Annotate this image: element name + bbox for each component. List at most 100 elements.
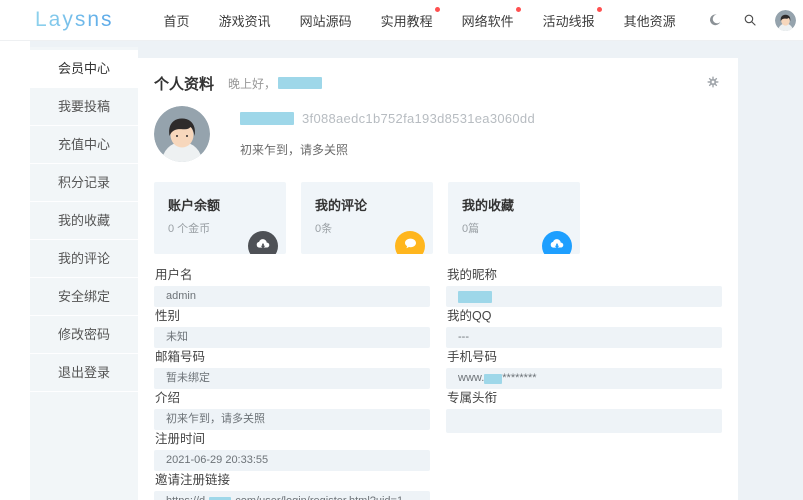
field-value: .com/user/login/register.html?uid=1 bbox=[232, 491, 403, 500]
nav-item-game-news[interactable]: 游戏资讯 bbox=[219, 11, 271, 30]
phone-input[interactable]: www. ******** bbox=[446, 368, 722, 389]
form-field: 邀请注册链接 https://d. .com/user/login/regist… bbox=[154, 473, 430, 500]
card-title: 我的收藏 bbox=[462, 195, 580, 214]
sidebar-item-password[interactable]: 修改密码 bbox=[30, 316, 138, 354]
top-navbar: Laysns 首页 游戏资讯 网站源码 实用教程 网络软件 活动线报 其他资源 bbox=[0, 0, 803, 41]
main-menu: 首页 游戏资讯 网站源码 实用教程 网络软件 活动线报 其他资源 bbox=[164, 11, 705, 30]
sidebar-item-favorites[interactable]: 我的收藏 bbox=[30, 202, 138, 240]
search-button[interactable] bbox=[740, 10, 760, 30]
field-value: 未知 bbox=[166, 327, 188, 348]
profile-avatar[interactable] bbox=[154, 106, 210, 162]
comments-card[interactable]: 我的评论 0条 bbox=[301, 182, 433, 254]
nickname-input[interactable] bbox=[446, 286, 722, 307]
sidebar-item-recharge[interactable]: 充值中心 bbox=[30, 126, 138, 164]
navbar-actions bbox=[705, 10, 796, 31]
nav-item-label: 活动线报 bbox=[543, 14, 595, 29]
card-title: 我的评论 bbox=[315, 195, 433, 214]
profile-summary: 3f088aedc1b752fa193d8531ea3060dd 初来乍到，请多… bbox=[154, 106, 722, 162]
gender-input[interactable]: 未知 bbox=[154, 327, 430, 348]
field-label: 手机号码 bbox=[447, 350, 722, 364]
intro-input[interactable]: 初来乍到，请多关照 bbox=[154, 409, 430, 430]
redacted-username bbox=[278, 77, 322, 89]
sidebar-item-submit[interactable]: 我要投稿 bbox=[30, 88, 138, 126]
sidebar-item-points[interactable]: 积分记录 bbox=[30, 164, 138, 202]
favorites-card[interactable]: 我的收藏 0篇 bbox=[448, 182, 580, 254]
form-field: 邮箱号码 暂未绑定 bbox=[154, 350, 430, 389]
nav-item-tutorials[interactable]: 实用教程 bbox=[381, 11, 433, 30]
form-field: 注册时间 2021-06-29 20:33:55 bbox=[154, 432, 430, 471]
site-logo[interactable]: Laysns bbox=[35, 8, 114, 32]
form-field: 我的QQ --- bbox=[446, 309, 722, 348]
field-label: 我的QQ bbox=[447, 309, 722, 323]
field-label: 注册时间 bbox=[155, 432, 430, 446]
avatar-image bbox=[154, 106, 210, 162]
field-value: www. bbox=[458, 368, 484, 389]
field-label: 性别 bbox=[155, 309, 430, 323]
hot-badge bbox=[435, 7, 440, 12]
panel-header: 个人资料 晚上好， bbox=[154, 72, 722, 94]
cloud-download-icon bbox=[542, 231, 572, 254]
sidebar-item-member-center[interactable]: 会员中心 bbox=[30, 50, 138, 88]
field-value: https://d. bbox=[166, 491, 208, 500]
greeting-label: 晚上好， bbox=[228, 75, 276, 92]
nav-item-software[interactable]: 网络软件 bbox=[462, 11, 514, 30]
card-title: 账户余额 bbox=[168, 195, 286, 214]
nav-item-label: 实用教程 bbox=[381, 14, 433, 29]
comment-icon bbox=[395, 231, 425, 254]
moon-icon bbox=[708, 13, 722, 27]
nav-item-home[interactable]: 首页 bbox=[164, 11, 190, 30]
sidebar-item-comments[interactable]: 我的评论 bbox=[30, 240, 138, 278]
greeting-text: 晚上好， bbox=[228, 75, 322, 92]
nav-item-site-source[interactable]: 网站源码 bbox=[300, 11, 352, 30]
redacted-domain bbox=[209, 497, 231, 500]
hot-badge bbox=[516, 7, 521, 12]
field-label: 用户名 bbox=[155, 268, 430, 282]
form-field: 我的昵称 bbox=[446, 268, 722, 307]
field-value: 2021-06-29 20:33:55 bbox=[166, 450, 268, 471]
user-avatar[interactable] bbox=[775, 10, 796, 31]
register-time-input[interactable]: 2021-06-29 20:33:55 bbox=[154, 450, 430, 471]
sidebar: 会员中心 我要投稿 充值中心 积分记录 我的收藏 我的评论 安全绑定 修改密码 … bbox=[30, 47, 138, 500]
field-value: admin bbox=[166, 286, 196, 307]
nav-item-activity[interactable]: 活动线报 bbox=[543, 11, 595, 30]
field-value: --- bbox=[458, 327, 469, 348]
nav-item-other[interactable]: 其他资源 bbox=[624, 11, 676, 30]
user-hash: 3f088aedc1b752fa193d8531ea3060dd bbox=[302, 111, 535, 126]
form-field: 介绍 初来乍到，请多关照 bbox=[154, 391, 430, 430]
field-label: 邀请注册链接 bbox=[155, 473, 430, 487]
profile-info: 3f088aedc1b752fa193d8531ea3060dd 初来乍到，请多… bbox=[240, 106, 535, 162]
title-input[interactable] bbox=[446, 409, 722, 433]
balance-card[interactable]: 账户余额 0 个金币 bbox=[154, 182, 286, 254]
redacted-nickname bbox=[240, 112, 294, 125]
form-field: 性别 未知 bbox=[154, 309, 430, 348]
form-field: 专属头衔 bbox=[446, 391, 722, 433]
settings-button[interactable] bbox=[706, 75, 720, 94]
field-value: 初来乍到，请多关照 bbox=[166, 409, 265, 430]
field-label: 邮箱号码 bbox=[155, 350, 430, 364]
field-label: 介绍 bbox=[155, 391, 430, 405]
qq-input[interactable]: --- bbox=[446, 327, 722, 348]
form-field: 用户名 admin bbox=[154, 268, 430, 307]
sidebar-item-security[interactable]: 安全绑定 bbox=[30, 278, 138, 316]
field-label: 专属头衔 bbox=[447, 391, 722, 405]
form-field: 手机号码 www. ******** bbox=[446, 350, 722, 389]
gear-icon bbox=[706, 75, 720, 89]
sidebar-item-logout[interactable]: 退出登录 bbox=[30, 354, 138, 392]
redacted-phone bbox=[484, 374, 502, 384]
invite-link-input[interactable]: https://d. .com/user/login/register.html… bbox=[154, 491, 430, 500]
search-icon bbox=[743, 13, 757, 27]
stat-cards: 账户余额 0 个金币 我的评论 0条 我的收藏 0篇 bbox=[154, 182, 722, 254]
field-value: 暂未绑定 bbox=[166, 368, 210, 389]
profile-panel: 个人资料 晚上好， bbox=[138, 58, 738, 500]
email-input[interactable]: 暂未绑定 bbox=[154, 368, 430, 389]
field-value: ******** bbox=[502, 368, 536, 389]
cloud-download-icon bbox=[248, 231, 278, 254]
username-input[interactable]: admin bbox=[154, 286, 430, 307]
form-column-right: 我的昵称 我的QQ --- 手机号码 www. ******** 专属头衔 bbox=[446, 268, 722, 500]
avatar-image bbox=[775, 10, 796, 31]
hot-badge bbox=[597, 7, 602, 12]
profile-form: 用户名 admin 性别 未知 邮箱号码 暂未绑定 介绍 初来乍到，请多关照 注… bbox=[154, 268, 722, 500]
page-title: 个人资料 bbox=[154, 73, 214, 94]
dark-mode-toggle[interactable] bbox=[705, 10, 725, 30]
form-column-left: 用户名 admin 性别 未知 邮箱号码 暂未绑定 介绍 初来乍到，请多关照 注… bbox=[154, 268, 430, 500]
